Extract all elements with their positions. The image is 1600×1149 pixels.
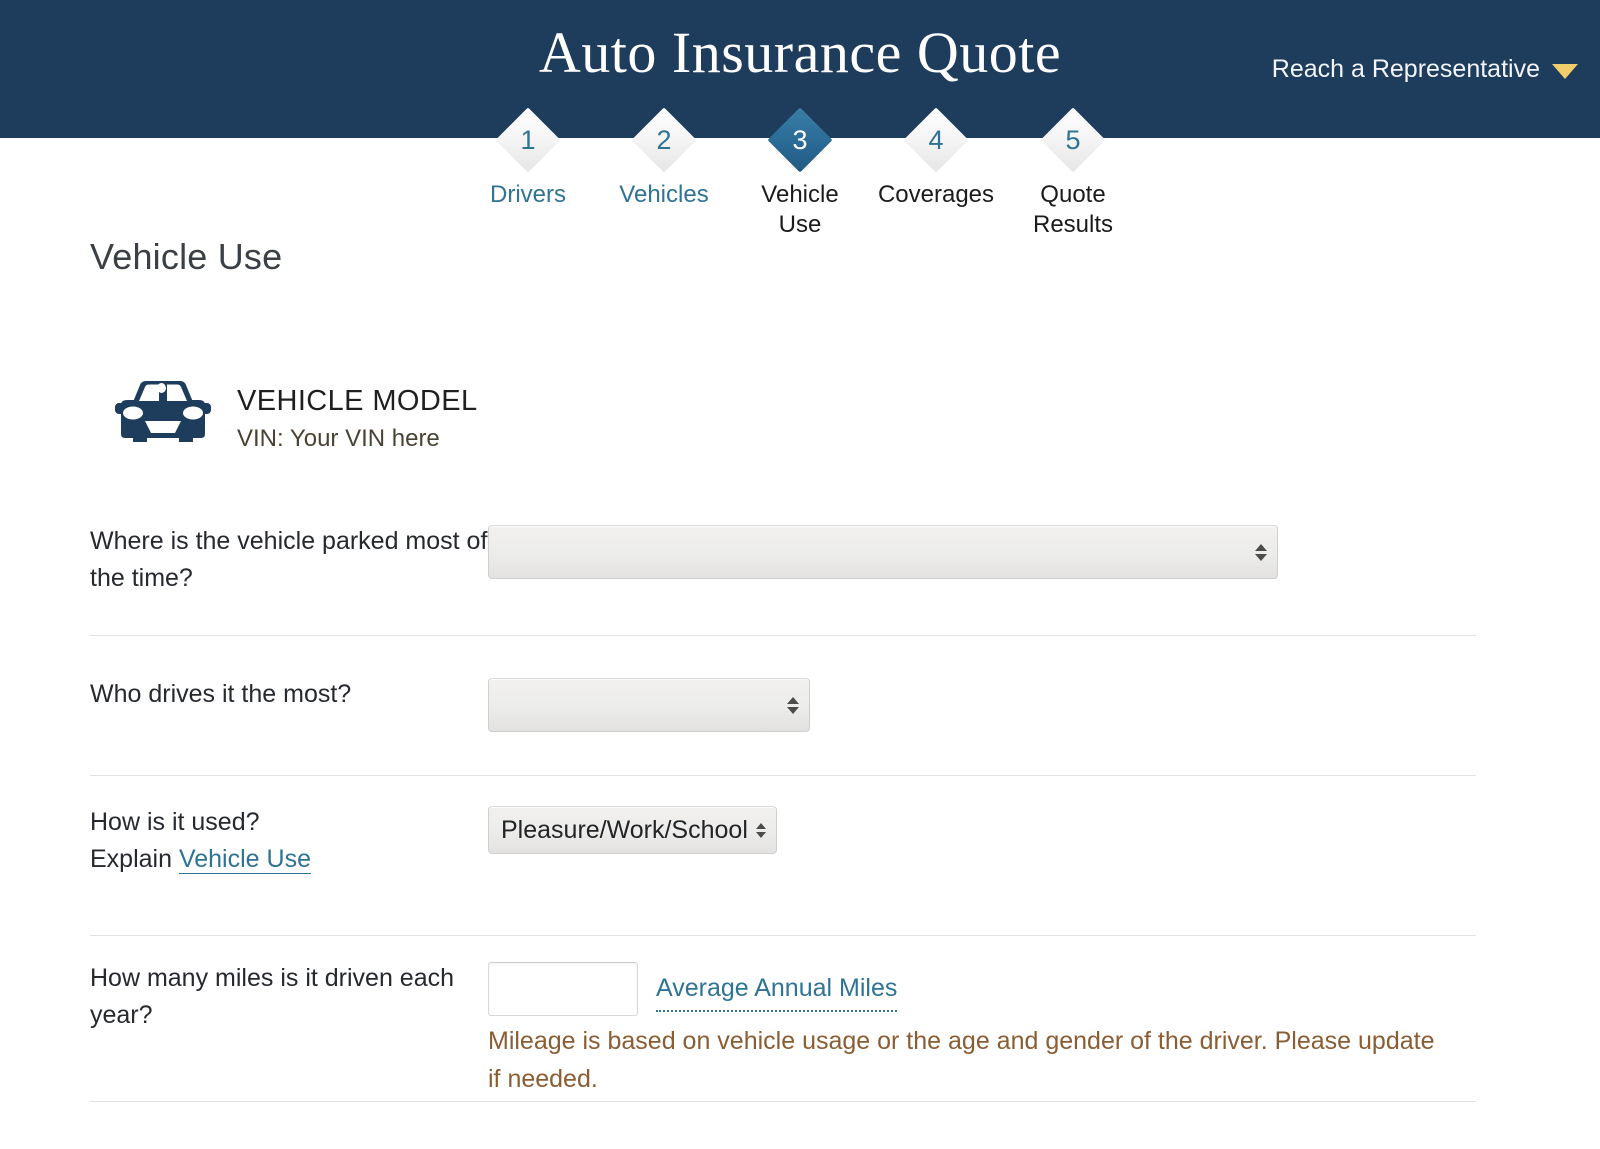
updown-arrows-icon — [1245, 543, 1267, 561]
vehicle-usage-value: Pleasure/Work/School — [501, 815, 748, 844]
row-primary-driver: Who drives it the most? — [90, 636, 1476, 776]
progress-stepper: 1 Drivers 2 Vehicles 3 Vehicle Use 4 Cov… — [0, 107, 1600, 240]
vehicle-usage-control: Pleasure/Work/School — [488, 804, 1476, 854]
vehicle-use-form: Where is the vehicle parked most of the … — [90, 500, 1476, 1102]
primary-driver-select[interactable] — [488, 678, 810, 732]
step-4-coverages[interactable]: 4 Coverages — [870, 107, 1002, 210]
row-vehicle-usage: How is it used? Explain Vehicle Use Plea… — [90, 776, 1476, 936]
step-5-quote-results[interactable]: 5 Quote Results — [1007, 107, 1139, 240]
annual-mileage-input[interactable] — [488, 962, 638, 1016]
vehicle-vin: VIN: Your VIN here — [237, 425, 440, 452]
car-front-icon — [115, 381, 211, 442]
step-2-number: 2 — [656, 124, 672, 155]
annual-mileage-input-group: Average Annual Miles — [488, 962, 1476, 1016]
primary-driver-control — [488, 676, 1476, 732]
annual-mileage-label: How many miles is it driven each year? — [90, 964, 455, 1029]
annual-mileage-note: Mileage is based on vehicle usage or the… — [488, 1027, 1435, 1093]
vehicle-summary: VEHICLE MODEL VIN: Your VIN here — [113, 372, 478, 454]
row-parking-location: Where is the vehicle parked most of the … — [90, 500, 1476, 636]
vehicle-model-name: VEHICLE MODEL — [237, 385, 478, 417]
step-1-diamond: 1 — [495, 107, 561, 173]
step-3-diamond: 3 — [767, 107, 833, 173]
vehicle-usage-select[interactable]: Pleasure/Work/School — [488, 806, 777, 854]
row-annual-mileage: How many miles is it driven each year? A… — [90, 936, 1476, 1102]
parking-location-label: Where is the vehicle parked most of the … — [90, 527, 488, 592]
step-5-diamond: 5 — [1040, 107, 1106, 173]
vehicle-usage-label-block: How is it used? Explain Vehicle Use — [90, 804, 488, 878]
reach-a-representative-button[interactable]: Reach a Representative — [1272, 55, 1578, 84]
updown-arrows-icon — [777, 696, 799, 714]
step-1-label: Drivers — [490, 181, 566, 208]
explain-vehicle-use-link[interactable]: Vehicle Use — [178, 845, 311, 874]
reach-a-representative-label: Reach a Representative — [1271, 55, 1540, 83]
step-5-label: Quote Results — [1032, 181, 1114, 238]
page-title: Vehicle Use — [90, 236, 283, 277]
step-4-number: 4 — [928, 124, 944, 155]
step-3-label: Vehicle Use — [761, 181, 839, 238]
step-2-vehicles[interactable]: 2 Vehicles — [598, 107, 730, 210]
step-4-diamond: 4 — [903, 107, 969, 173]
vehicle-usage-label: How is it used? — [90, 808, 260, 836]
updown-arrows-icon — [748, 822, 766, 838]
explain-vehicle-use-line: Explain Vehicle Use — [90, 841, 488, 878]
parking-location-select[interactable] — [488, 525, 1278, 579]
step-3-number: 3 — [792, 124, 808, 155]
chevron-down-icon — [1552, 64, 1578, 79]
average-annual-miles-link[interactable]: Average Annual Miles — [656, 962, 898, 1012]
step-1-drivers[interactable]: 1 Drivers — [462, 107, 594, 210]
explain-prefix: Explain — [90, 845, 172, 873]
step-3-vehicle-use[interactable]: 3 Vehicle Use — [734, 107, 866, 240]
step-5-number: 5 — [1065, 124, 1081, 155]
annual-mileage-control: Average Annual Miles Mileage is based on… — [488, 960, 1476, 1098]
parking-location-control — [488, 523, 1476, 579]
step-2-label: Vehicles — [619, 181, 709, 208]
step-2-diamond: 2 — [631, 107, 697, 173]
step-4-label: Coverages — [877, 181, 995, 208]
primary-driver-label: Who drives it the most? — [90, 680, 352, 708]
step-1-number: 1 — [520, 124, 536, 155]
vehicle-text-block: VEHICLE MODEL VIN: Your VIN here — [237, 372, 478, 454]
